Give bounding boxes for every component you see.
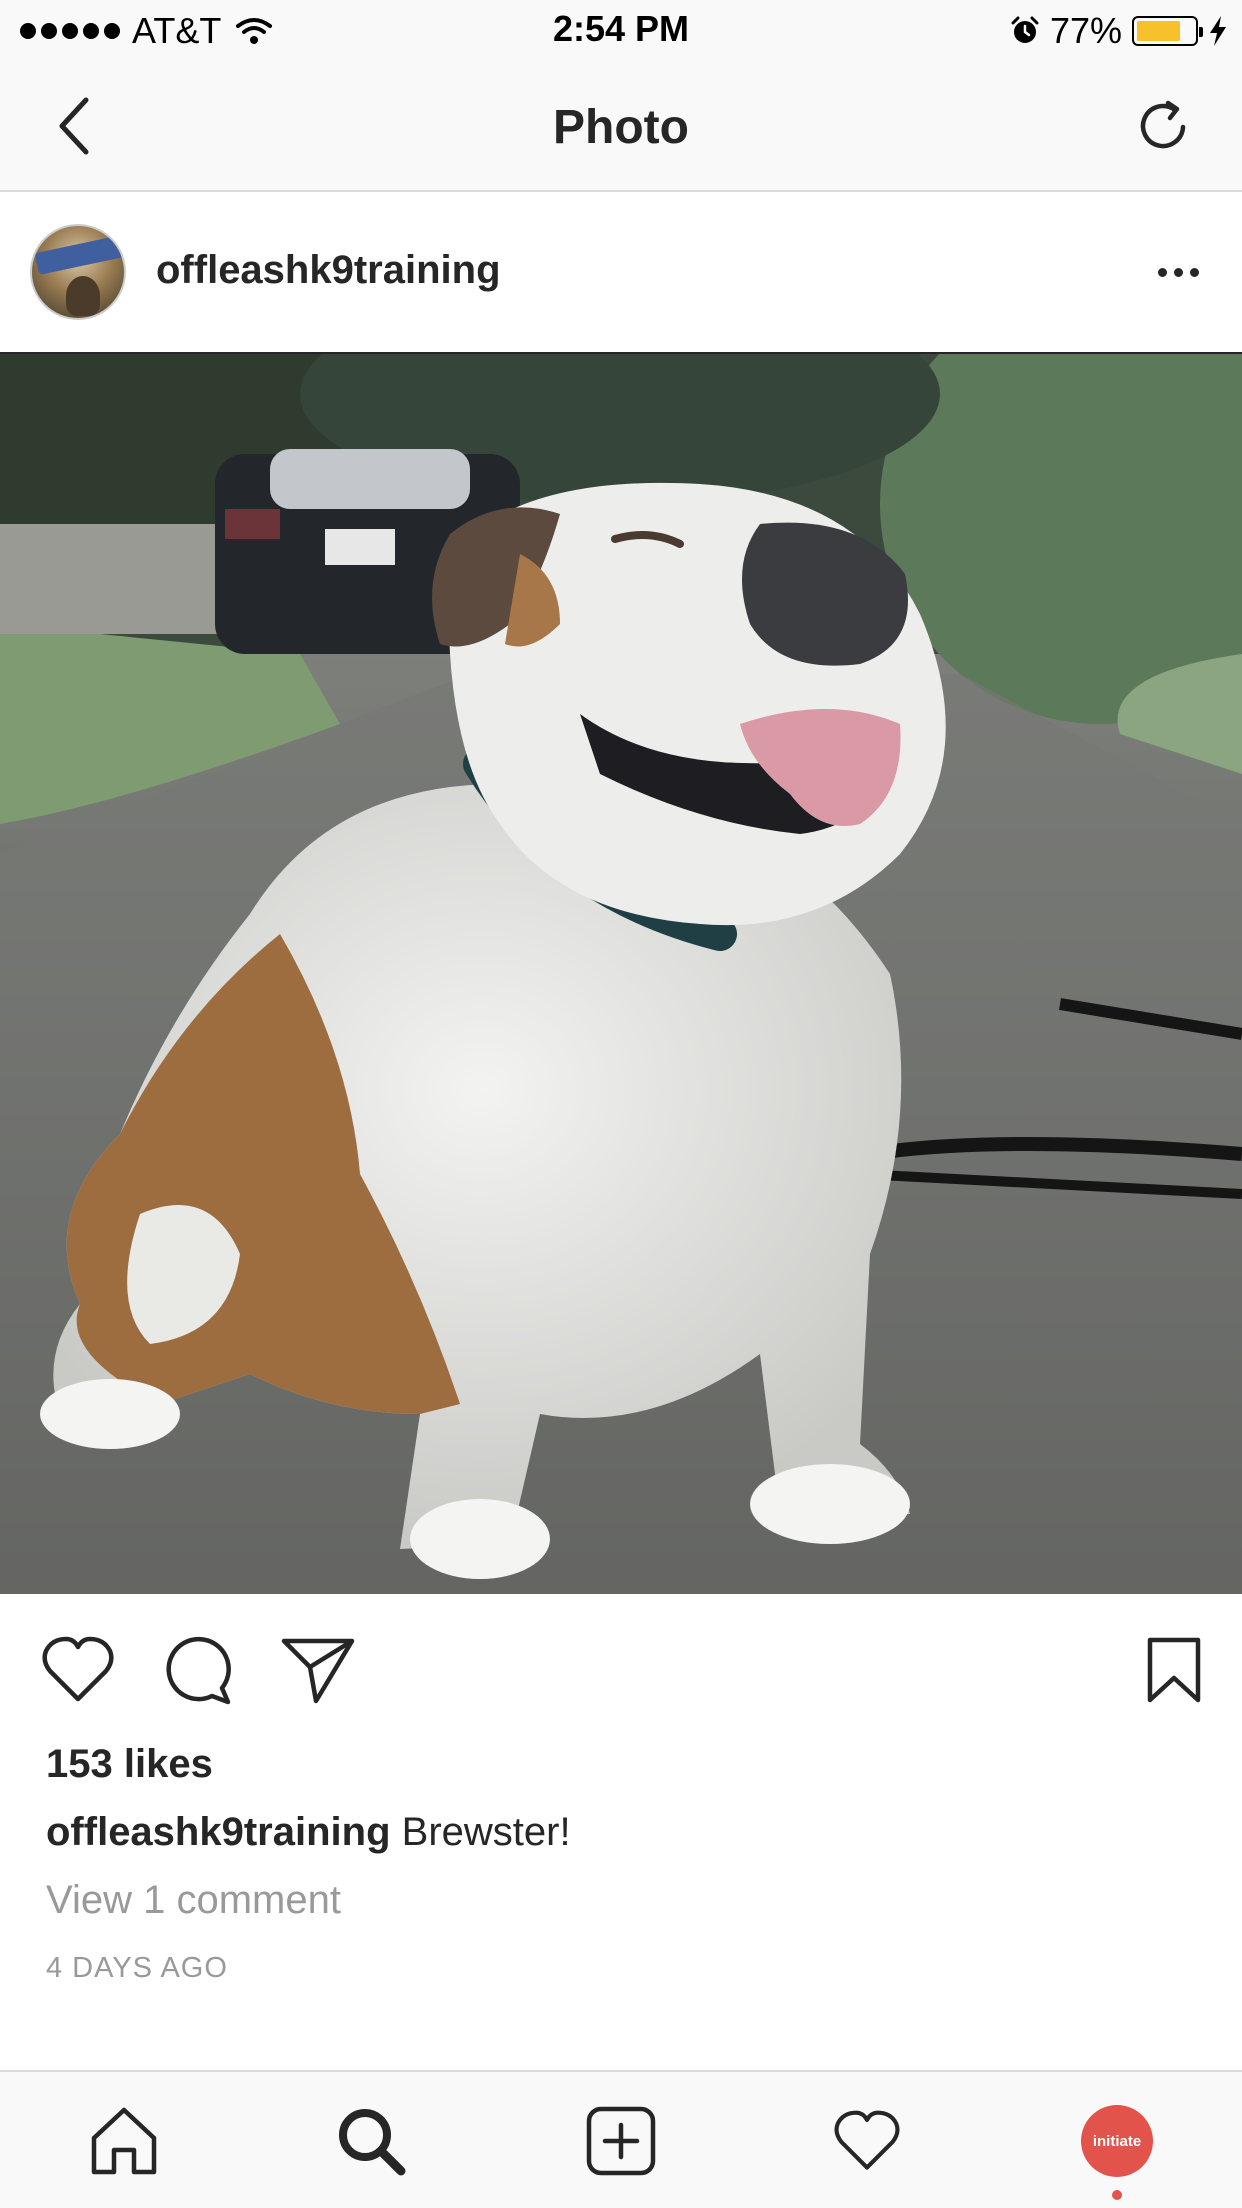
post-header: offleashk9training <box>0 192 1242 354</box>
caption-username[interactable]: offleashk9training <box>46 1810 391 1854</box>
alarm-icon <box>1011 16 1039 43</box>
caption: offleashk9training Brewster! <box>46 1810 571 1855</box>
tab-activity[interactable] <box>822 2096 912 2186</box>
battery-icon <box>1132 16 1203 46</box>
search-icon <box>339 2109 406 2176</box>
activity-heart-icon <box>834 2110 900 2170</box>
add-post-icon <box>586 2106 656 2176</box>
more-horizontal-icon <box>1157 267 1167 277</box>
comment-icon <box>166 1636 231 1705</box>
post-actions <box>0 1596 1242 1746</box>
nav-bar: Photo <box>0 62 1242 192</box>
english-bulldog-photo <box>0 354 1242 1594</box>
refresh-icon <box>1140 100 1186 149</box>
status-bar: AT&T 2:54 PM 77% <box>0 0 1242 62</box>
likes-count[interactable]: 153 likes <box>46 1742 213 1787</box>
view-comments-link[interactable]: View 1 comment <box>46 1878 341 1923</box>
home-icon <box>91 2107 157 2175</box>
share-icon <box>281 1638 355 1704</box>
tab-add-post[interactable] <box>576 2096 666 2186</box>
share-button[interactable] <box>278 1630 358 1710</box>
post-timestamp: 4 DAYS AGO <box>46 1952 228 1984</box>
post-username[interactable]: offleashk9training <box>156 248 501 293</box>
tab-profile[interactable]: initiate <box>1072 2096 1162 2186</box>
post-photo[interactable] <box>0 354 1242 1594</box>
page-title: Photo <box>553 101 689 154</box>
bookmark-icon <box>1147 1637 1201 1703</box>
heart-icon <box>42 1636 114 1702</box>
refresh-button[interactable] <box>1132 94 1198 160</box>
tab-home[interactable] <box>79 2096 169 2186</box>
tab-search[interactable] <box>326 2096 416 2186</box>
caption-text: Brewster! <box>401 1810 571 1854</box>
profile-notification-dot <box>1112 2190 1122 2200</box>
charging-bolt-icon <box>1210 16 1226 46</box>
avatar[interactable] <box>30 224 126 320</box>
avatar-logo-band <box>34 235 124 275</box>
save-button[interactable] <box>1134 1630 1214 1710</box>
tab-bar: initiate <box>0 2070 1242 2208</box>
more-options-button[interactable] <box>1148 250 1208 294</box>
profile-avatar: initiate <box>1081 2105 1153 2177</box>
profile-avatar-label: initiate <box>1092 2132 1142 2150</box>
like-button[interactable] <box>38 1630 118 1710</box>
comment-button[interactable] <box>158 1630 238 1710</box>
avatar-dog-shape <box>66 276 100 316</box>
status-right: 77% <box>1010 10 1228 52</box>
battery-level-fill <box>1137 21 1181 41</box>
battery-percent: 77% <box>1049 10 1122 51</box>
